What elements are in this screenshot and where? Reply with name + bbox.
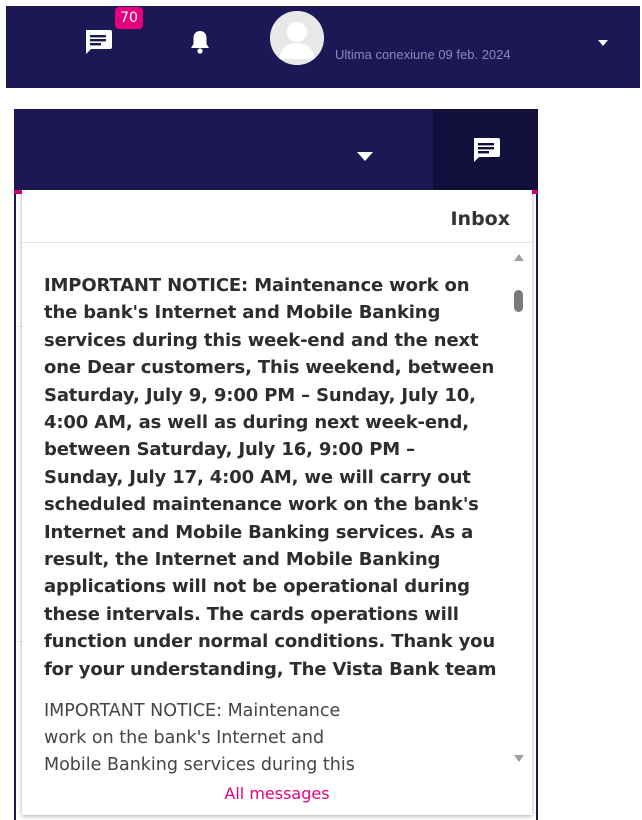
inbox-title: Inbox — [450, 208, 510, 230]
messages-scrollbar[interactable] — [512, 254, 524, 762]
unread-messages-badge: 70 — [115, 7, 143, 29]
scroll-thumb[interactable] — [514, 290, 523, 312]
inbox-dropdown: Inbox IMPORTANT NOTICE: Maintenance work… — [22, 190, 532, 815]
chat-bubble-icon — [86, 30, 112, 54]
caret-down-icon — [598, 40, 608, 46]
message-item[interactable]: IMPORTANT NOTICE: Maintenance work on th… — [44, 698, 374, 776]
account-menu-caret[interactable] — [597, 35, 609, 46]
messages-list[interactable]: IMPORTANT NOTICE: Maintenance work on th… — [22, 246, 532, 776]
user-avatar-icon — [270, 11, 324, 65]
panel-dropdown-caret[interactable] — [356, 149, 374, 161]
user-avatar[interactable] — [270, 11, 324, 65]
last-login-text: Ultima conexiune 09 feb. 2024 — [335, 47, 511, 62]
bell-icon — [191, 31, 209, 54]
chat-bubble-icon — [473, 137, 500, 162]
scroll-up-arrow-icon[interactable] — [514, 254, 524, 261]
notifications-bell-icon[interactable] — [180, 22, 220, 62]
scroll-down-arrow-icon[interactable] — [514, 755, 524, 762]
inbox-header: Inbox — [22, 190, 532, 243]
all-messages-link[interactable]: All messages — [22, 784, 532, 803]
messages-tab-button[interactable] — [433, 109, 538, 190]
messages-icon[interactable] — [78, 22, 118, 62]
caret-down-icon — [357, 152, 373, 161]
message-item-unread[interactable]: IMPORTANT NOTICE: Maintenance work on th… — [44, 272, 499, 683]
